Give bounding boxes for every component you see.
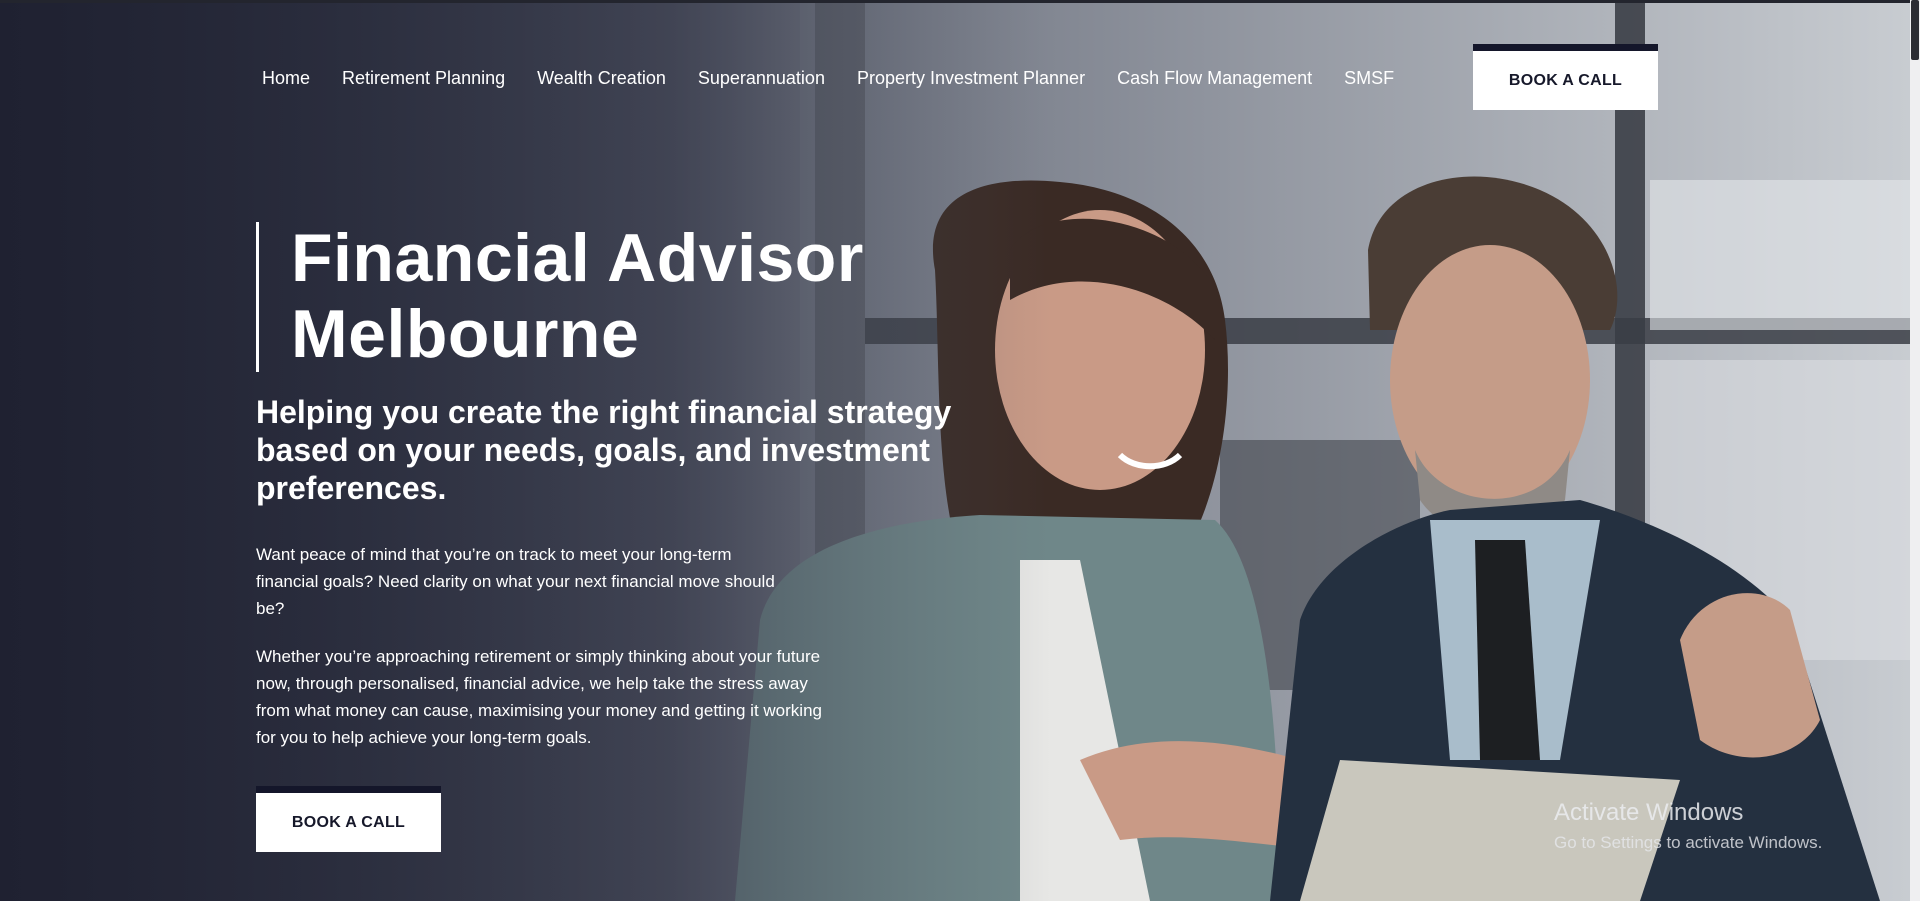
nav-item-smsf[interactable]: SMSF [1344, 66, 1394, 90]
page-scrollbar[interactable] [1910, 0, 1920, 901]
hero-subtitle: Helping you create the right financial s… [256, 394, 952, 506]
top-border [0, 0, 1910, 3]
hero-book-call-button[interactable]: BOOK A CALL [256, 786, 441, 852]
page-title: Financial Advisor Melbourne [291, 220, 991, 372]
page-title-line1: Financial Advisor [291, 220, 864, 296]
watermark-subtitle: Go to Settings to activate Windows. [1554, 833, 1823, 852]
title-accent-bar [256, 222, 259, 372]
hero-paragraph-2: Whether you’re approaching retirement or… [256, 647, 822, 747]
main-navigation: Home Retirement Planning Wealth Creation… [262, 66, 1426, 90]
nav-item-retirement-planning[interactable]: Retirement Planning [342, 66, 505, 90]
header-book-call-button[interactable]: BOOK A CALL [1473, 44, 1658, 110]
watermark-title: Activate Windows [1554, 799, 1744, 826]
nav-item-superannuation[interactable]: Superannuation [698, 66, 825, 90]
nav-item-property-investment-planner[interactable]: Property Investment Planner [857, 66, 1085, 90]
nav-item-cash-flow-management[interactable]: Cash Flow Management [1117, 66, 1312, 90]
page-title-line2: Melbourne [291, 296, 640, 372]
nav-item-home[interactable]: Home [262, 66, 310, 90]
nav-item-wealth-creation[interactable]: Wealth Creation [537, 66, 666, 90]
scrollbar-thumb[interactable] [1911, 0, 1919, 60]
windows-activation-watermark: Activate Windows Go to Settings to activ… [1554, 798, 1822, 854]
hero-paragraph-1: Want peace of mind that you’re on track … [256, 545, 775, 618]
